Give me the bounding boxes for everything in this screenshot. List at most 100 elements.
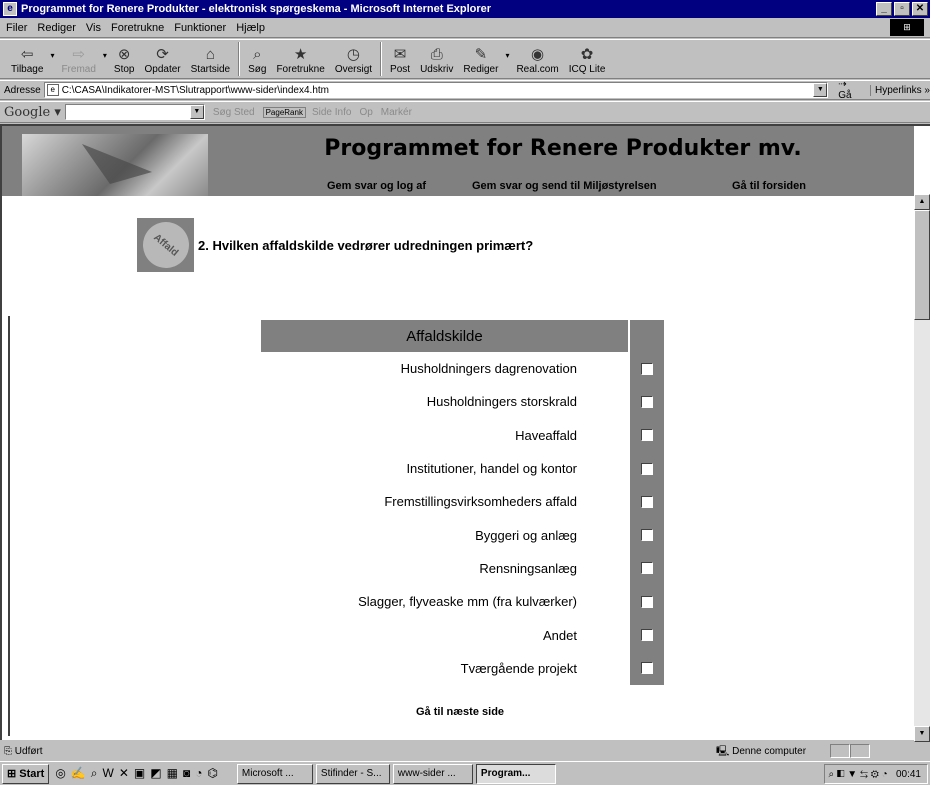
desktop-quicklaunch-icon[interactable]: ▣: [134, 766, 145, 781]
option-checkbox[interactable]: [641, 362, 653, 375]
status-bar: ⎘ Udført 🖳 Denne computer: [0, 742, 930, 760]
settings-quicklaunch-icon[interactable]: ◙: [183, 766, 190, 781]
quick-launch: ◎ ✍ ⌕ W ✕ ▣ ◩ ▦ ◙ ◔ ⌬: [55, 766, 223, 781]
status-pane: [850, 744, 870, 758]
address-value: C:\CASA\Indikatorer-MST\Slutrapport\www-…: [61, 84, 329, 96]
back-button[interactable]: ⇦ Tilbage: [6, 40, 48, 78]
menu-funktioner[interactable]: Funktioner: [174, 22, 226, 34]
save-and-send-link[interactable]: Gem svar og send til Miljøstyrelsen: [472, 180, 657, 192]
network-quicklaunch-icon[interactable]: ⌬: [207, 766, 217, 781]
explorer-quicklaunch-icon[interactable]: ⌕: [91, 766, 98, 781]
minimize-button[interactable]: _: [876, 2, 892, 16]
system-tray: ⌕ ◧ ▼ ⇆ ⚙ ◔ 00:41: [823, 764, 928, 784]
menu-vis[interactable]: Vis: [86, 22, 101, 34]
back-dropdown-icon[interactable]: ▾: [50, 51, 54, 60]
menu-rediger[interactable]: Rediger: [37, 22, 76, 34]
banner-image: [22, 134, 208, 196]
edit-icon: ✎: [474, 46, 488, 63]
address-dropdown-icon[interactable]: ▼: [813, 83, 828, 97]
taskbar-explorer[interactable]: Stifinder - S...: [315, 763, 390, 784]
next-page-link[interactable]: Gå til næste side: [416, 706, 504, 718]
option-label: Fremstillingsvirksomheders affald: [384, 494, 577, 510]
outlook-quicklaunch-icon[interactable]: ✍: [71, 766, 86, 781]
option-checkbox[interactable]: [641, 629, 653, 642]
address-input[interactable]: e C:\CASA\Indikatorer-MST\Slutrapport\ww…: [43, 82, 829, 98]
scroll-down-icon[interactable]: ▼: [914, 726, 930, 742]
icq-icon: ✿: [580, 46, 594, 63]
stop-button[interactable]: ⊗ Stop: [109, 40, 140, 78]
table-row: Andet: [261, 618, 664, 652]
mail-button[interactable]: ✉ Post: [385, 40, 415, 78]
ie-logo-icon: e: [3, 2, 17, 16]
realcom-button[interactable]: ◉ Real.com: [511, 40, 563, 78]
option-label: Slagger, flyveaske mm (fra kulværker): [358, 594, 577, 610]
option-label: Andet: [543, 627, 577, 643]
option-checkbox[interactable]: [641, 529, 653, 542]
go-button[interactable]: ⇢ Gå: [838, 79, 862, 101]
table-row: Institutioner, handel og kontor: [261, 451, 664, 486]
stop-icon: ⊗: [117, 46, 131, 63]
option-checkbox[interactable]: [641, 495, 653, 508]
tray-icons[interactable]: ⌕ ◧ ▼ ⇆ ⚙ ◔: [829, 769, 896, 780]
scroll-thumb[interactable]: [914, 210, 930, 320]
start-button[interactable]: ⊞ Start: [2, 763, 50, 784]
go-to-frontpage-link[interactable]: Gå til forsiden: [732, 180, 806, 192]
search-button[interactable]: ⌕ Søg: [243, 40, 271, 78]
option-checkbox[interactable]: [641, 562, 653, 575]
edit-button[interactable]: ✎ Rediger: [458, 40, 503, 78]
taskbar-word[interactable]: Microsoft ...: [236, 763, 313, 784]
taskbar-ie-active[interactable]: Program...: [475, 763, 556, 784]
page-info-button[interactable]: Side Info: [312, 107, 351, 118]
taskbar: ⊞ Start ◎ ✍ ⌕ W ✕ ▣ ◩ ▦ ◙ ◔ ⌬ Microsoft …: [0, 761, 930, 785]
status-text: Udført: [14, 745, 43, 757]
print-button[interactable]: ⎙ Udskriv: [415, 40, 458, 78]
menu-hjaelp[interactable]: Hjælp: [236, 22, 265, 34]
clock-quicklaunch-icon[interactable]: ◔: [195, 766, 202, 781]
option-checkbox[interactable]: [641, 595, 653, 608]
scroll-up-icon[interactable]: ▲: [914, 194, 930, 210]
realcom-icon: ◉: [531, 46, 545, 63]
option-label: Husholdningers dagrenovation: [400, 361, 577, 377]
save-and-logout-link[interactable]: Gem svar og log af: [327, 180, 426, 192]
google-search-input[interactable]: ▼: [64, 104, 205, 120]
address-label: Adresse: [4, 84, 41, 96]
close-button[interactable]: ✕: [912, 2, 928, 16]
menu-filer[interactable]: Filer: [6, 22, 27, 34]
question-text: 2. Hvilken affaldskilde vedrører udredni…: [198, 237, 534, 253]
forward-dropdown-icon[interactable]: ▾: [103, 51, 107, 60]
history-button[interactable]: ◷ Oversigt: [330, 40, 377, 78]
table-header: Affaldskilde: [261, 320, 664, 352]
address-bar: Adresse e C:\CASA\Indikatorer-MST\Slutra…: [0, 79, 930, 101]
home-icon: ⌂: [205, 46, 215, 63]
highlight-button[interactable]: Markér: [381, 107, 412, 118]
powerpoint-quicklaunch-icon[interactable]: ◩: [150, 766, 161, 781]
page-banner: Programmet for Renere Produkter mv. Gem …: [2, 126, 914, 196]
up-button[interactable]: Op: [359, 107, 372, 118]
option-checkbox[interactable]: [641, 662, 653, 675]
word-quicklaunch-icon[interactable]: W: [103, 766, 114, 781]
calculator-quicklaunch-icon[interactable]: ▦: [167, 766, 178, 781]
vertical-scrollbar[interactable]: ▲ ▼: [914, 194, 930, 742]
edit-dropdown-icon[interactable]: ▾: [505, 51, 509, 60]
icq-lite-button[interactable]: ✿ ICQ Lite: [564, 40, 611, 78]
google-search-dropdown-icon[interactable]: ▼: [189, 105, 204, 119]
menu-foretrukne[interactable]: Foretrukne: [111, 22, 164, 34]
search-site-button[interactable]: Søg Sted: [213, 107, 255, 118]
hyperlinks-button[interactable]: Hyperlinks »: [869, 84, 930, 96]
option-label: Byggeri og anlæg: [475, 527, 577, 543]
home-button[interactable]: ⌂ Startside: [186, 40, 235, 78]
option-checkbox[interactable]: [641, 429, 653, 442]
google-logo[interactable]: Google ▾: [4, 105, 61, 120]
favorites-button[interactable]: ★ Foretrukne: [271, 40, 329, 78]
back-arrow-icon: ⇦: [20, 46, 34, 63]
taskbar-folder[interactable]: www-sider ...: [392, 763, 473, 784]
option-label: Haveaffald: [515, 427, 577, 443]
refresh-button[interactable]: ⟳ Opdater: [140, 40, 186, 78]
browser-quicklaunch-icon[interactable]: ◎: [55, 766, 65, 781]
excel-quicklaunch-icon[interactable]: ✕: [119, 766, 129, 781]
table-row: Haveaffald: [261, 418, 664, 452]
option-checkbox[interactable]: [641, 395, 653, 408]
maximize-button[interactable]: ▫: [894, 2, 910, 16]
forward-button[interactable]: ⇨ Fremad: [56, 40, 100, 78]
option-checkbox[interactable]: [641, 462, 653, 475]
